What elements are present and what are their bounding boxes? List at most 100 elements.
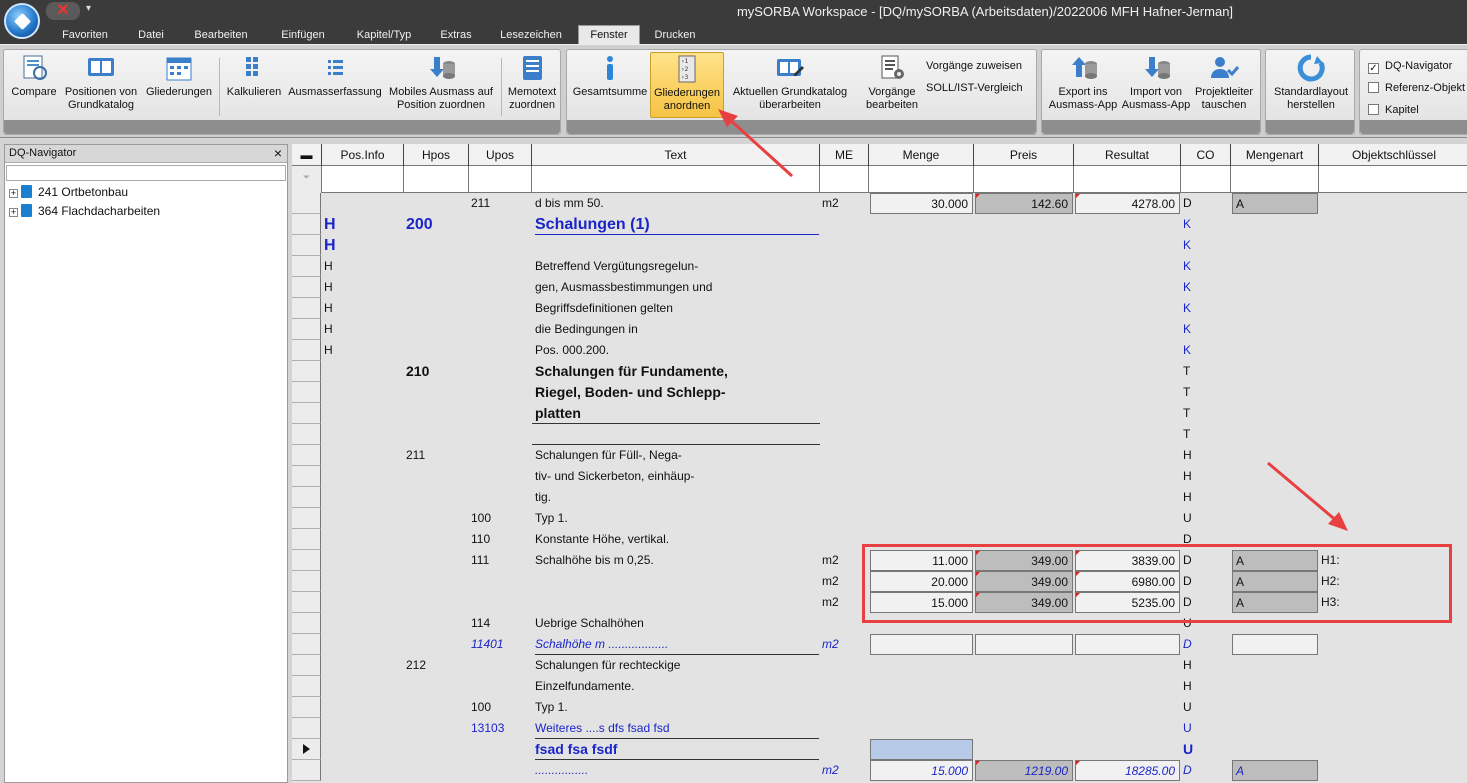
memotext-button[interactable]: Memotext zuordnen [504, 54, 560, 112]
filter-cell[interactable] [974, 166, 1074, 193]
table-row[interactable]: Hdie Bedingungen in K [292, 319, 1467, 340]
row-selector[interactable] [292, 466, 321, 487]
filter-cell[interactable] [469, 166, 532, 193]
cell-me[interactable]: m2 [822, 634, 867, 655]
cell-text[interactable]: Schalhöhe bis m 0,25. [535, 550, 819, 571]
row-selector[interactable] [292, 718, 321, 739]
tree-item[interactable]: +364 Flachdacharbeiten [5, 202, 287, 221]
filter-cell[interactable] [1074, 166, 1181, 193]
cell-menge[interactable]: 30.000 [870, 193, 973, 214]
cell-info[interactable]: H [324, 319, 402, 340]
cell-hpos[interactable]: 200 [406, 214, 467, 235]
cell-upos[interactable]: 11401 [471, 634, 530, 655]
column-header[interactable]: Preis [974, 144, 1074, 166]
cell-preis[interactable]: 1219.00 [975, 760, 1073, 781]
cell-resultat[interactable]: 4278.00 [1075, 193, 1180, 214]
close-icon[interactable]: × [274, 145, 282, 161]
table-row[interactable]: tig. H [292, 487, 1467, 508]
expand-icon[interactable]: + [9, 208, 18, 217]
standardlayout-button[interactable]: Standardlayout herstellen [1268, 54, 1354, 112]
vorgaenge-bearbeiten-button[interactable]: Vorgänge bearbeiten [859, 54, 925, 112]
cell-co[interactable]: T [1183, 382, 1229, 403]
row-selector[interactable] [292, 550, 321, 571]
cell-co[interactable]: U [1183, 739, 1229, 760]
table-row[interactable]: 211 Schalungen für Füll-, Nega- H [292, 445, 1467, 466]
expand-icon[interactable]: + [9, 189, 18, 198]
cell-co[interactable]: H [1183, 466, 1229, 487]
row-selector[interactable] [292, 319, 321, 340]
row-selector[interactable] [292, 529, 321, 550]
cell-text[interactable]: gen, Ausmassbestimmungen und [535, 277, 819, 298]
column-header[interactable]: ME [820, 144, 869, 166]
cell-co[interactable]: H [1183, 487, 1229, 508]
tab-lesezeichen[interactable]: Lesezeichen [490, 26, 572, 44]
cell-mengenart[interactable]: A [1232, 760, 1318, 781]
close-icon[interactable]: ✕ [46, 2, 80, 20]
table-row[interactable]: H Pos. 000.200. K [292, 340, 1467, 361]
cell-co[interactable]: H [1183, 676, 1229, 697]
compare-button[interactable]: Compare [8, 54, 60, 99]
cell-text[interactable]: Typ 1. [535, 508, 819, 529]
filter-cell[interactable] [869, 166, 974, 193]
table-row[interactable]: 210 Schalungen für Fundamente, T [292, 361, 1467, 382]
table-row[interactable]: H Begriffsdefinitionen gelten K [292, 298, 1467, 319]
cell-text[interactable]: Schalungen für Fundamente, [535, 361, 819, 382]
row-selector[interactable] [292, 571, 321, 592]
cell-co[interactable]: D [1183, 634, 1229, 655]
table-row[interactable]: 11401 Schalhöhe m .................. m2 D [292, 634, 1467, 655]
projektleiter-tauschen-button[interactable]: Projektleiter tauschen [1190, 54, 1258, 112]
column-header[interactable]: Objektschlüssel [1319, 144, 1467, 166]
mobiles-ausmass-button[interactable]: Mobiles Ausmass auf Position zuordnen [385, 54, 497, 112]
cell-me[interactable]: m2 [822, 193, 867, 214]
dq-navigator-checkbox[interactable]: ✓ DQ-Navigator [1368, 60, 1452, 74]
row-selector[interactable] [292, 235, 321, 256]
cell-info[interactable]: H [324, 340, 402, 361]
cell-co[interactable]: K [1183, 214, 1229, 235]
table-row[interactable]: Hgen, Ausmassbestimmungen und K [292, 277, 1467, 298]
column-header[interactable]: Upos [469, 144, 532, 166]
row-selector[interactable] [292, 445, 321, 466]
row-selector[interactable] [292, 424, 321, 445]
cell-upos[interactable]: 211 [471, 193, 530, 214]
row-selector[interactable] [292, 256, 321, 277]
cell-me[interactable]: m2 [822, 550, 867, 571]
column-header[interactable]: CO [1181, 144, 1231, 166]
cell-info[interactable]: H [324, 298, 402, 319]
cell-co[interactable]: H [1183, 655, 1229, 676]
cell-co[interactable]: K [1183, 340, 1229, 361]
cell-text[interactable]: Weiteres ....s dfs fsad fsd [535, 718, 819, 739]
row-selector[interactable] [292, 613, 321, 634]
table-row[interactable]: 13103 Weiteres ....s dfs fsad fsd U [292, 718, 1467, 739]
table-row[interactable]: tiv- und Sickerbeton, einhäup- H [292, 466, 1467, 487]
kalkulieren-button[interactable]: Kalkulieren [223, 54, 285, 99]
tab-favoriten[interactable]: Favoriten [50, 26, 120, 44]
cell-info[interactable]: H [324, 277, 402, 298]
filter-cell[interactable] [1319, 166, 1467, 193]
aktuellen-grundkatalog-button[interactable]: Aktuellen Grundkatalog überarbeiten [725, 54, 855, 112]
cell-info[interactable]: H [324, 214, 402, 235]
cell-co[interactable]: D [1183, 760, 1229, 781]
quick-access-dropdown-icon[interactable]: ▾ [86, 3, 91, 14]
export-ausmass-app-button[interactable]: Export ins Ausmass-App [1044, 54, 1122, 112]
cell-co[interactable]: T [1183, 403, 1229, 424]
cell-co[interactable]: K [1183, 277, 1229, 298]
cell-co[interactable]: U [1183, 508, 1229, 529]
row-selector[interactable] [292, 361, 321, 382]
empty-cell[interactable] [1232, 634, 1318, 655]
tree-item[interactable]: +241 Ortbetonbau [5, 183, 287, 202]
cell-menge[interactable]: 15.000 [870, 760, 973, 781]
row-selector[interactable] [292, 340, 321, 361]
cell-text[interactable]: Uebrige Schalhöhen [535, 613, 819, 634]
tab-drucken[interactable]: Drucken [644, 26, 706, 44]
cell-info[interactable]: H [324, 235, 402, 256]
row-selector[interactable] [292, 298, 321, 319]
cell-text[interactable]: die Bedingungen in [535, 319, 819, 340]
cell-text[interactable]: Pos. 000.200. [535, 340, 819, 361]
cell-co[interactable]: T [1183, 361, 1229, 382]
row-selector[interactable] [292, 697, 321, 718]
column-header[interactable]: Text [532, 144, 820, 166]
current-row-indicator-icon[interactable] [292, 739, 321, 760]
column-header[interactable]: Pos.Info [322, 144, 404, 166]
cell-co[interactable]: T [1183, 424, 1229, 445]
column-header[interactable]: Mengenart [1231, 144, 1319, 166]
